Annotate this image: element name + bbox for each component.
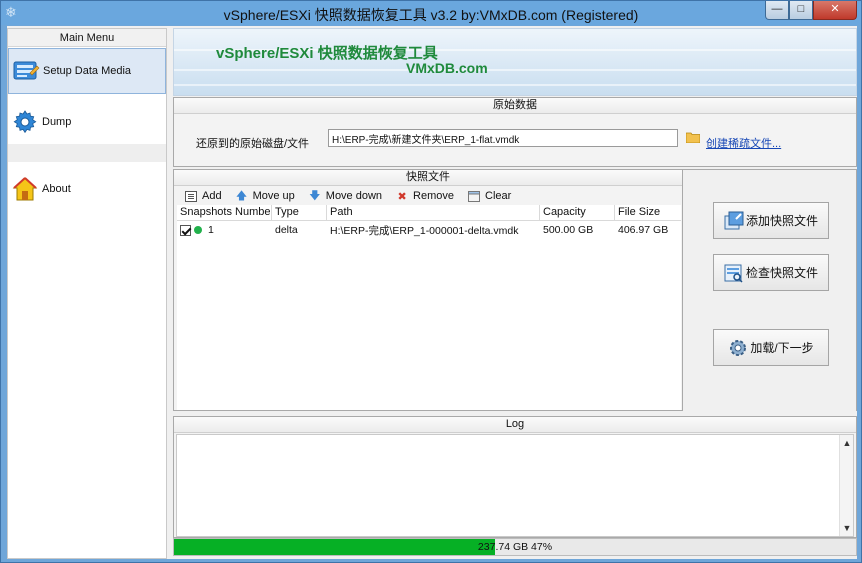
folder-icon[interactable] (685, 132, 701, 144)
window-title: vSphere/ESXi 快照数据恢复工具 v3.2 by:VMxDB.com … (223, 7, 639, 23)
source-data-panel: 原始数据 还原到的原始磁盘/文件 创建稀疏文件... (173, 97, 857, 167)
snapshot-path: H:\ERP-完成\ERP_1-000001-delta.vmdk (330, 224, 519, 237)
add-snapshot-icon (724, 211, 744, 231)
banner-title: vSphere/ESXi 快照数据恢复工具 (216, 45, 438, 62)
sidebar-item-dump[interactable]: Dump (8, 99, 166, 145)
add-snapshot-label: 添加快照文件 (745, 214, 818, 228)
snapshot-checkbox[interactable] (180, 224, 191, 236)
arrow-down-icon: 🡇 (309, 189, 321, 202)
title-bar[interactable]: ❄ vSphere/ESXi 快照数据恢复工具 v3.2 by:VMxDB.co… (1, 1, 861, 25)
check-snapshot-button[interactable]: 检查快照文件 (713, 254, 829, 291)
source-disk-label: 还原到的原始磁盘/文件 (196, 138, 310, 150)
add-label: Add (202, 190, 222, 202)
maximize-button[interactable]: □ (789, 1, 813, 20)
column-header[interactable]: Capacity (540, 205, 615, 220)
close-button[interactable]: ✕ (813, 1, 857, 20)
move-down-button[interactable]: 🡇 Move down (308, 189, 383, 203)
client-area: Main Menu Setup Data Media Dump About vS… (7, 26, 857, 559)
add-list-icon (184, 190, 198, 202)
banner-subtitle: VMxDB.com (406, 60, 488, 76)
minimize-button[interactable]: — (765, 1, 789, 20)
sidebar-item-setup-data-media[interactable]: Setup Data Media (8, 48, 166, 94)
snapshot-number: 1 (208, 224, 214, 236)
snapshot-panel: 快照文件 Add 🡅 Move up 🡇 Move down ✖ Remove … (173, 169, 857, 411)
banner-stripe (174, 69, 856, 71)
column-header[interactable]: File Size (615, 205, 681, 220)
data-media-icon (11, 56, 41, 86)
move-up-button[interactable]: 🡅 Move up (235, 189, 295, 203)
home-icon (10, 174, 40, 204)
remove-button[interactable]: ✖ Remove (395, 190, 455, 203)
move-down-label: Move down (325, 190, 383, 202)
sidebar-separator (8, 144, 166, 162)
add-snapshot-button[interactable]: 添加快照文件 (713, 202, 829, 239)
gear-icon (10, 107, 40, 137)
remove-label: Remove (413, 190, 455, 202)
sidebar-item-label: About (42, 183, 71, 195)
snapshot-header: 快照文件 (174, 170, 682, 186)
app-banner: vSphere/ESXi 快照数据恢复工具 VMxDB.com (173, 28, 857, 96)
clear-list-icon (467, 190, 481, 202)
action-buttons: 添加快照文件 检查快照文件 加载/下一步 (682, 170, 856, 411)
banner-stripe (174, 84, 856, 86)
check-snapshot-icon (724, 263, 744, 283)
source-data-header: 原始数据 (174, 98, 856, 114)
app-window: ❄ vSphere/ESXi 快照数据恢复工具 v3.2 by:VMxDB.co… (0, 0, 862, 563)
check-snapshot-label: 检查快照文件 (745, 266, 818, 280)
log-panel: Log ▲ ▼ (173, 416, 857, 538)
create-sparse-file-link[interactable]: 创建稀疏文件... (706, 135, 781, 151)
snapshot-type: delta (275, 224, 298, 236)
progress-bar: 237.74 GB 47% (173, 538, 857, 556)
arrow-up-icon: 🡅 (235, 189, 248, 202)
snapshot-toolbar: Add 🡅 Move up 🡇 Move down ✖ Remove Clear (174, 187, 682, 205)
snapshot-number-cell: 1 (177, 224, 272, 236)
log-textarea[interactable]: ▲ ▼ (176, 434, 854, 537)
table-row[interactable]: 1 delta H:\ERP-完成\ERP_1-000001-delta.vmd… (177, 221, 681, 239)
status-dot-icon (194, 226, 202, 235)
scroll-down-icon[interactable]: ▼ (840, 522, 854, 534)
column-header[interactable]: Snapshots Number (177, 205, 272, 220)
source-disk-input[interactable] (328, 129, 678, 147)
gear-icon (728, 338, 748, 358)
main-menu: Main Menu Setup Data Media Dump About (7, 28, 167, 559)
sidebar-item-about[interactable]: About (8, 166, 166, 212)
snapshot-table: Snapshots Number Type Path Capacity File… (177, 205, 681, 410)
move-up-label: Move up (252, 190, 295, 202)
sidebar-item-label: Setup Data Media (43, 65, 132, 77)
column-header[interactable]: Path (327, 205, 540, 220)
main-menu-header: Main Menu (8, 29, 166, 47)
snapshot-file-size: 406.97 GB (618, 224, 669, 236)
clear-button[interactable]: Clear (467, 190, 511, 202)
load-next-button[interactable]: 加载/下一步 (713, 329, 829, 366)
column-header[interactable]: Type (272, 205, 327, 220)
load-next-label: 加载/下一步 (750, 341, 814, 355)
snapshot-capacity: 500.00 GB (543, 224, 594, 236)
scroll-up-icon[interactable]: ▲ (840, 437, 854, 449)
remove-x-icon: ✖ (397, 190, 407, 203)
sidebar-item-label: Dump (42, 116, 72, 128)
log-scrollbar[interactable]: ▲ ▼ (839, 435, 853, 536)
add-button[interactable]: Add (184, 190, 222, 202)
log-header: Log (174, 417, 856, 433)
progress-text: 237.74 GB 47% (477, 541, 553, 553)
table-header: Snapshots Number Type Path Capacity File… (177, 205, 681, 221)
clear-label: Clear (485, 190, 512, 202)
